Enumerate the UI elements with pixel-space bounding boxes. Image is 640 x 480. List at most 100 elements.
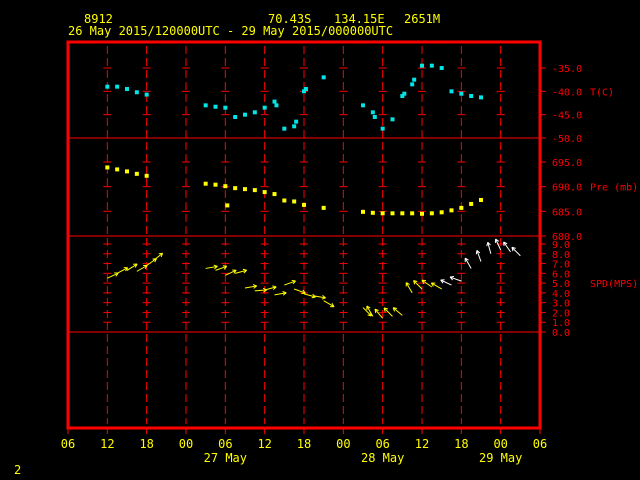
wind-arrow	[152, 252, 164, 262]
wind-arrow	[136, 264, 148, 272]
wind-arrow	[449, 275, 462, 282]
wind-arrow	[503, 241, 511, 253]
pressure-point	[243, 187, 247, 192]
pressure-point	[390, 211, 395, 216]
wind-arrow	[374, 308, 384, 319]
wind-arrow	[274, 291, 287, 296]
wind-arrow	[225, 269, 237, 276]
wind-arrow	[430, 282, 442, 290]
y-tick-label: 6.0	[552, 269, 570, 280]
pressure-point	[459, 205, 464, 210]
x-tick-label: 12	[257, 437, 271, 451]
wind-arrow	[392, 307, 403, 316]
y-tick-label: -50.0	[552, 134, 582, 145]
temperature-point	[479, 95, 483, 100]
wind-arrow	[486, 241, 492, 254]
temperature-point	[243, 112, 247, 117]
x-tick-label: 12	[100, 437, 114, 451]
x-tick-label: 06	[218, 437, 232, 451]
temperature-point	[303, 87, 308, 91]
pressure-point	[144, 173, 149, 178]
pressure-point	[282, 198, 287, 203]
wind-arrow	[126, 263, 138, 271]
pressure-point	[272, 192, 277, 197]
pressure-point	[439, 210, 444, 215]
meteogram-chart: -50.0-45.0-40.0-35.0680.0685.0690.0695.0…	[61, 40, 638, 465]
temperature-point	[469, 94, 474, 98]
temperature-point	[420, 63, 424, 68]
panel-label-temperature: T(C)	[590, 87, 614, 98]
pressure-point	[134, 171, 139, 176]
pressure-point	[361, 209, 365, 214]
temperature-point	[223, 105, 228, 110]
wind-arrow	[511, 246, 521, 257]
temperature-point	[262, 105, 267, 110]
pressure-point	[429, 211, 434, 216]
pressure-point	[213, 182, 218, 187]
temperature-point	[125, 87, 129, 91]
x-tick-label: 12	[415, 437, 429, 451]
wind-arrow	[235, 268, 248, 274]
temperature-point	[203, 103, 208, 108]
temperature-point	[272, 99, 277, 104]
temperature-point	[144, 92, 149, 97]
temperature-point	[372, 115, 377, 119]
wind-arrow	[284, 279, 296, 286]
pressure-point	[370, 210, 375, 215]
temperature-point	[115, 84, 120, 89]
panel-label-wind: SPD(MPS)	[590, 279, 638, 290]
x-tick-label: 06	[533, 437, 547, 451]
panel-label-pressure: Pre (mb)	[590, 183, 638, 194]
temperature-point	[252, 110, 257, 115]
y-tick-label: -35.0	[552, 64, 582, 75]
temperature-point	[390, 117, 395, 122]
y-tick-label: 690.0	[552, 183, 582, 194]
x-tick-label: 00	[493, 437, 507, 451]
temperature-point	[370, 110, 375, 115]
x-tick-label: 18	[139, 437, 153, 451]
pressure-point	[203, 181, 208, 186]
pressure-point	[262, 190, 267, 195]
y-tick-label: 9.0	[552, 240, 570, 251]
y-tick-label: 2.0	[552, 308, 570, 319]
temperature-point	[439, 66, 444, 70]
temperature-point	[412, 77, 417, 82]
pressure-point	[449, 208, 454, 213]
wind-arrow	[413, 280, 423, 290]
y-tick-label: 1.0	[552, 318, 570, 329]
temperature-point	[134, 90, 139, 95]
pressure-point	[125, 169, 129, 174]
temperature-point	[361, 103, 365, 108]
temperature-point	[380, 126, 385, 131]
y-tick-label: 4.0	[552, 289, 570, 300]
x-date-label: 29 May	[479, 451, 522, 465]
pressure-point	[225, 203, 230, 208]
pressure-point	[380, 211, 385, 216]
wind-arrow	[244, 284, 258, 289]
x-date-label: 27 May	[204, 451, 247, 465]
pressure-point	[420, 211, 424, 216]
wind-arrow	[116, 267, 129, 274]
temperature-point	[402, 91, 407, 96]
temperature-point	[294, 119, 299, 124]
wind-arrow	[323, 300, 335, 308]
pressure-point	[469, 201, 474, 206]
wind-arrow	[421, 279, 433, 288]
y-tick-label: 8.0	[552, 250, 570, 261]
y-tick-label: 0.0	[552, 328, 570, 339]
wind-arrow	[264, 285, 277, 291]
wind-arrow	[475, 249, 482, 262]
y-tick-label: 695.0	[552, 158, 582, 169]
temperature-point	[282, 126, 287, 131]
y-tick-label: 685.0	[552, 207, 582, 218]
temperature-point	[233, 115, 238, 119]
temperature-point	[213, 104, 218, 109]
pressure-point	[105, 165, 110, 170]
x-tick-label: 18	[297, 437, 311, 451]
temperature-point	[410, 82, 415, 87]
x-tick-label: 06	[375, 437, 389, 451]
pressure-point	[233, 186, 238, 191]
y-tick-label: 7.0	[552, 260, 570, 271]
temperature-point	[292, 124, 297, 129]
x-date-label: 28 May	[361, 451, 404, 465]
